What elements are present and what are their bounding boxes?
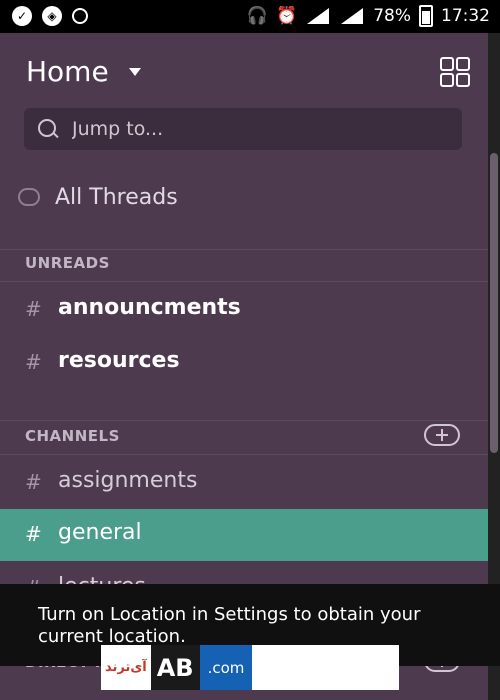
channel-item-resources[interactable]: # resources [0,337,488,389]
headset-icon: 🎧 [246,6,269,26]
chevron-down-icon[interactable] [129,68,141,76]
status-bar: ✓ ◈ 🎧 ⏰ 78% 17:32 [0,0,500,33]
clock: 17:32 [441,6,490,26]
channel-name: announcments [58,295,241,320]
divider [0,249,488,250]
add-channel-button[interactable] [424,424,460,446]
channel-name: general [58,520,142,545]
hash-icon: # [25,350,42,374]
search-icon [38,119,56,137]
signal-4g-icon [339,6,365,26]
channels-heading: CHANNELS [25,427,120,445]
app-notification-icon: ✓ [12,6,32,26]
watermark-letters: AB [156,653,194,682]
unreads-heading: UNREADS [25,254,110,272]
watermark-block: AB [150,645,200,690]
battery-icon [419,5,433,27]
watermark-text: آی‌ترند [105,660,147,675]
search-input[interactable] [70,114,454,144]
divider [0,420,488,421]
hash-icon: # [25,470,42,494]
shield-notification-icon: ◈ [42,6,62,26]
channel-item-general[interactable]: # general [0,509,488,561]
channel-name: resources [58,348,180,373]
jump-to-search[interactable] [24,108,462,150]
watermark-logo: آی‌ترند AB .com [101,645,399,690]
watermark-domain: .com [199,645,253,690]
threads-icon [18,188,40,206]
workspace-header[interactable]: Home [26,55,470,95]
grid-icon[interactable] [440,57,470,87]
divider [0,454,488,455]
alarm-icon: ⏰ [276,6,298,26]
scrollbar-thumb[interactable] [490,153,498,453]
toast-message: Turn on Location in Settings to obtain y… [38,604,421,647]
channel-item-assignments[interactable]: # assignments [0,457,488,509]
hash-icon: # [25,297,42,321]
circle-notification-icon [72,8,88,24]
all-threads-item[interactable]: All Threads [0,173,488,225]
workspace-title[interactable]: Home [26,55,109,88]
channel-name: assignments [58,468,198,493]
all-threads-label: All Threads [55,185,178,210]
hash-icon: # [25,522,42,546]
battery-percent: 78% [373,6,411,26]
channel-item-announcments[interactable]: # announcments [0,284,488,336]
divider [0,281,488,282]
signal-icon [305,6,331,26]
